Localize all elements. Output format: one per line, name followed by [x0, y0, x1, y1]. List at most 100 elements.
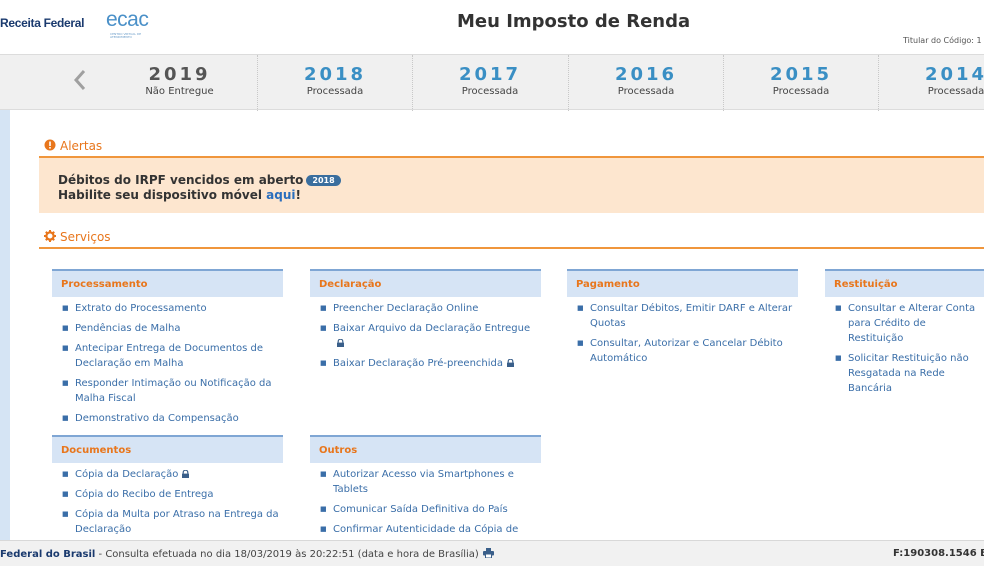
bullet-icon: ■ [62, 414, 69, 422]
aqui-link[interactable]: aqui [266, 188, 295, 202]
service-link[interactable]: ■ Confirmar Autenticidade da Cópia de [310, 522, 541, 537]
box-processamento: Processamento ■ Extrato do Processamento … [52, 269, 283, 431]
service-link[interactable]: ■ Solicitar Restituição não Resgatada na … [825, 351, 984, 396]
service-link[interactable]: ■ Consultar, Autorizar e Cancelar Débito … [567, 336, 798, 366]
service-link[interactable]: ■ Comunicar Saída Definitiva do País [310, 502, 541, 517]
service-link-label: Confirmar Autenticidade da Cópia de [333, 524, 519, 535]
year-tab-2018[interactable]: 2018 Processada [257, 55, 412, 111]
bullet-icon: ■ [835, 354, 842, 362]
service-link-label: Antecipar Entrega de Documentos de Decla… [75, 343, 264, 369]
alert-debitos[interactable]: Débitos do IRPF vencidos em aberto 2018 [58, 173, 341, 187]
service-link-label: Baixar Declaração Pré-preenchida [333, 358, 503, 369]
bullet-icon: ■ [320, 470, 327, 478]
box-restituicao: Restituição ■ Consultar e Alterar Conta p… [825, 269, 984, 401]
bullet-icon: ■ [320, 324, 327, 332]
service-link[interactable]: ■ Preencher Declaração Online [310, 301, 541, 316]
page-title: Meu Imposto de Renda [457, 11, 691, 32]
service-link[interactable]: ■ Cópia da Declaração [52, 467, 283, 482]
bullet-icon: ■ [62, 490, 69, 498]
service-link[interactable]: ■ Pendências de Malha [52, 321, 283, 336]
box-title-outros: Outros [310, 435, 541, 463]
service-link[interactable]: ■ Baixar Declaração Pré-preenchida [310, 356, 541, 371]
service-link-label: Cópia do Recibo de Entrega [75, 489, 214, 500]
lock-icon [182, 470, 190, 478]
year-number: 2014 [924, 64, 984, 85]
service-link-label: Demonstrativo da Compensação [75, 413, 239, 424]
ecac-logo-subtitle: CENTRO VIRTUAL DE ATENDIMENTO [110, 32, 142, 39]
bullet-icon: ■ [320, 505, 327, 513]
service-link-label: Extrato do Processamento [75, 303, 207, 314]
box-documentos: Documentos ■ Cópia da Declaração ■ Cópia d… [52, 435, 283, 542]
ecac-logo-text: ecac [106, 8, 149, 31]
year-selector: 2019 Não Entregue 2018 Processada 2017 P… [0, 54, 984, 111]
year-status: Processada [927, 86, 984, 97]
year-tab-2016[interactable]: 2016 Processada [568, 55, 723, 111]
service-link[interactable]: ■ Consultar e Alterar Conta para Crédito … [825, 301, 984, 346]
service-link[interactable]: ■ Extrato do Processamento [52, 301, 283, 316]
footer: Federal do Brasil - Consulta efetuada no… [0, 540, 984, 566]
box-title-declaracao: Declaração [310, 269, 541, 297]
year-tab-2015[interactable]: 2015 Processada [723, 55, 878, 111]
gear-icon [44, 230, 56, 242]
box-title-processamento: Processamento [52, 269, 283, 297]
services-header: Serviços [39, 227, 984, 249]
box-outros: Outros ■ Autorizar Acesso via Smartphones… [310, 435, 541, 542]
service-link[interactable]: ■ Cópia da Multa por Atraso na Entrega da… [52, 507, 283, 537]
lock-icon [507, 359, 514, 367]
year-status: Não Entregue [145, 86, 214, 97]
box-title-documentos: Documentos [52, 435, 283, 463]
bullet-icon: ■ [62, 510, 69, 518]
footer-info: Federal do Brasil - Consulta efetuada no… [0, 548, 494, 560]
alert-dispositivo-suffix: ! [295, 188, 301, 202]
service-link-label: Comunicar Saída Definitiva do País [333, 504, 508, 515]
alert-icon [44, 139, 56, 151]
service-link[interactable]: ■ Consultar Débitos, Emitir DARF e Altera… [567, 301, 798, 331]
left-side-bar [0, 110, 10, 540]
bullet-icon: ■ [62, 324, 69, 332]
alert-dispositivo: Habilite seu dispositivo móvel aqui! [58, 188, 301, 202]
year-tab-2019[interactable]: 2019 Não Entregue [102, 55, 257, 111]
footer-text: - Consulta efetuada no dia 18/03/2019 às… [95, 549, 479, 560]
service-link[interactable]: ■ Demonstrativo da Compensação [52, 411, 283, 426]
year-number: 2019 [148, 64, 211, 85]
header: Receita Federal ecac CENTRO VIRTUAL DE A… [0, 0, 984, 54]
year-status: Processada [617, 86, 675, 97]
alerts-box: Débitos do IRPF vencidos em aberto 2018 H… [39, 158, 984, 213]
bullet-icon: ■ [577, 304, 584, 312]
bullet-icon: ■ [320, 359, 327, 367]
year-tab-2014[interactable]: 2014 Processada [878, 55, 984, 111]
service-link[interactable]: ■ Cópia do Recibo de Entrega [52, 487, 283, 502]
year-number: 2018 [303, 64, 367, 85]
year-status: Processada [461, 86, 519, 97]
year-status: Processada [306, 86, 364, 97]
box-declaracao: Declaração ■ Preencher Declaração Online … [310, 269, 541, 376]
chevron-left-icon[interactable] [73, 67, 87, 99]
receita-federal-logo[interactable]: Receita Federal [0, 16, 85, 30]
bullet-icon: ■ [320, 525, 327, 533]
service-link-label: Baixar Arquivo da Declaração Entregue [333, 323, 531, 334]
printer-icon[interactable] [482, 548, 494, 558]
service-link-label: Responder Intimação ou Notificação da Ma… [75, 378, 272, 404]
bullet-icon: ■ [320, 304, 327, 312]
ecac-logo[interactable]: ecac CENTRO VIRTUAL DE ATENDIMENTO [98, 8, 150, 40]
services-title: Serviços [60, 230, 111, 244]
alert-debitos-text: Débitos do IRPF vencidos em aberto [58, 173, 304, 187]
chevron-left-icon-svg [73, 70, 86, 90]
footer-brand: Federal do Brasil [0, 549, 96, 560]
service-link[interactable]: ■ Baixar Arquivo da Declaração Entregue [310, 321, 541, 351]
titular-code: Titular do Código: 1 [903, 36, 982, 45]
lock-icon [337, 339, 344, 347]
service-link-label: Cópia da Multa por Atraso na Entrega da … [75, 509, 279, 535]
service-link[interactable]: ■ Autorizar Acesso via Smartphones e Tabl… [310, 467, 541, 497]
service-link-label: Consultar Débitos, Emitir DARF e Alterar… [590, 303, 793, 329]
bullet-icon: ■ [835, 304, 842, 312]
service-link-label: Cópia da Declaração [75, 469, 179, 480]
service-link-label: Consultar e Alterar Conta para Crédito d… [848, 303, 976, 344]
service-link[interactable]: ■ Antecipar Entrega de Documentos de Decl… [52, 341, 283, 371]
year-status: Processada [772, 86, 830, 97]
year-number: 2015 [769, 64, 833, 85]
service-link-label: Autorizar Acesso via Smartphones e Table… [333, 469, 514, 495]
service-link[interactable]: ■ Responder Intimação ou Notificação da M… [52, 376, 283, 406]
year-tab-2017[interactable]: 2017 Processada [412, 55, 567, 111]
bullet-icon: ■ [62, 470, 69, 478]
